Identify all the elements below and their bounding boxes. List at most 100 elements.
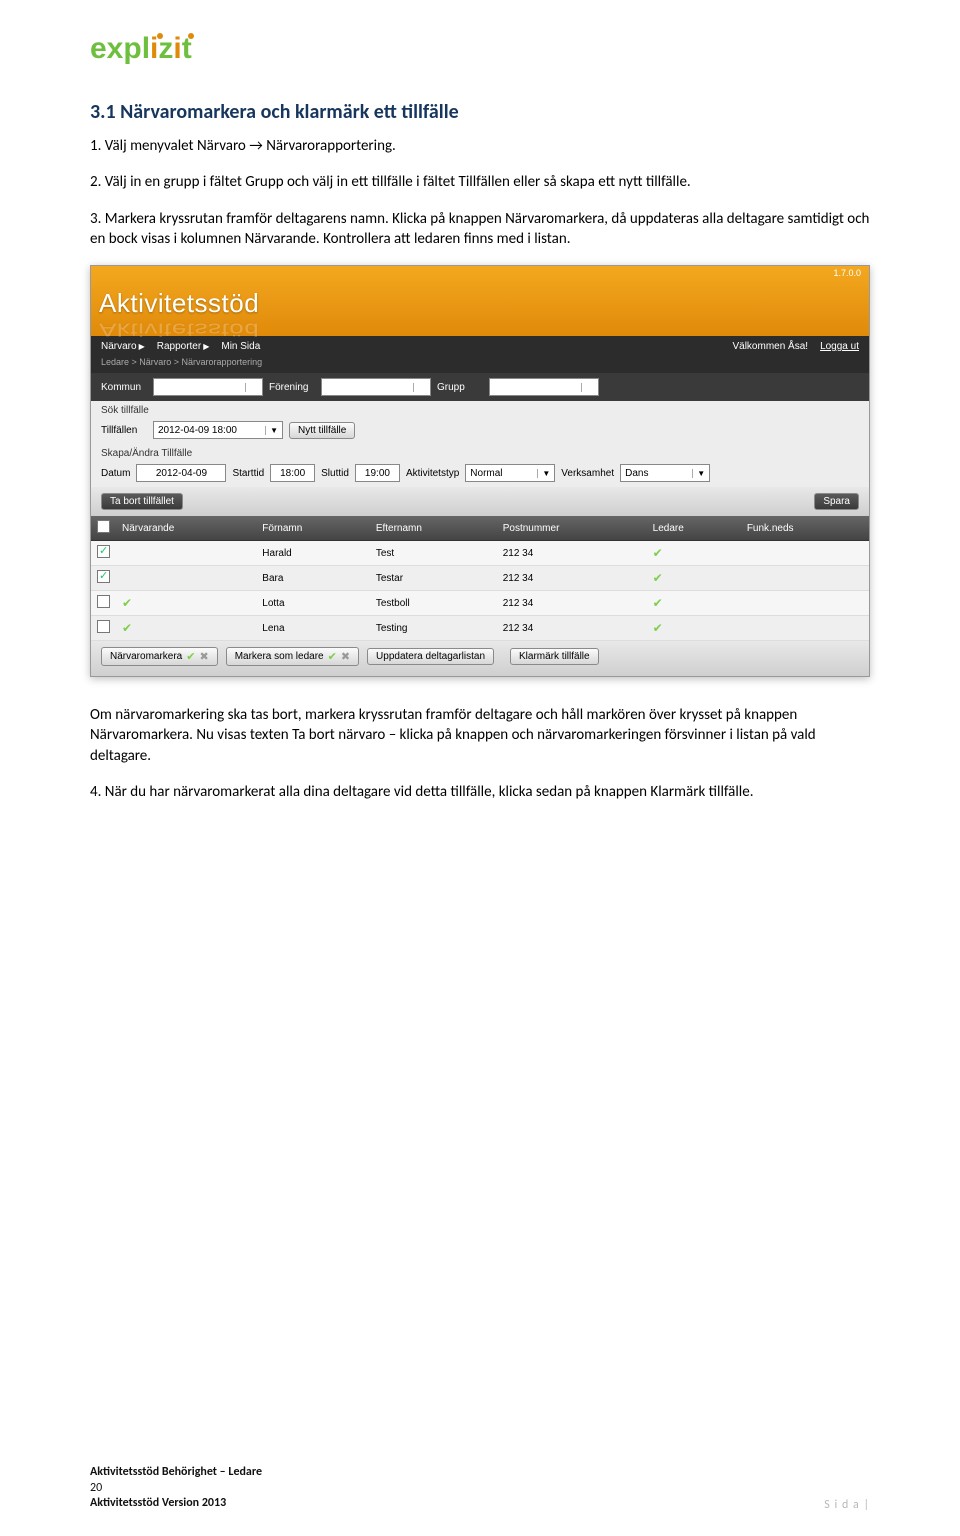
app-screenshot: 1.7.0.0 Aktivitetsstöd Aktivitetsstöd Nä… bbox=[90, 265, 870, 677]
footer-line1: Aktivitetsstöd Behörighet – Ledare bbox=[90, 1465, 262, 1479]
forening-select[interactable]: Dansföreningen ▼ bbox=[321, 378, 431, 396]
delete-occasion-button[interactable]: Ta bort tillfället bbox=[101, 493, 183, 510]
paragraph-1: 1. Välj menyvalet Närvaro → Närvarorappo… bbox=[90, 136, 870, 156]
cell-postnummer: 212 34 bbox=[497, 591, 647, 616]
chevron-down-icon: ▼ bbox=[265, 426, 278, 435]
datum-input[interactable]: 2012-04-09 bbox=[136, 464, 226, 482]
grupp-label: Grupp bbox=[437, 382, 483, 393]
kommun-select[interactable]: Testkommun ▼ bbox=[153, 378, 263, 396]
save-button[interactable]: Spara bbox=[814, 493, 859, 510]
paragraph-4: Om närvaromarkering ska tas bort, marker… bbox=[90, 705, 870, 766]
table-footer-actions: Närvaromarkera ✔ ✖ Markera som ledare ✔ … bbox=[91, 641, 869, 676]
aktivitetstyp-label: Aktivitetstyp bbox=[406, 468, 459, 479]
col-ledare: Ledare bbox=[647, 516, 741, 541]
new-occasion-button[interactable]: Nytt tillfälle bbox=[289, 422, 355, 439]
col-efternamn: Efternamn bbox=[370, 516, 497, 541]
close-icon: ✖ bbox=[199, 650, 208, 663]
narvaromarkera-button[interactable]: Närvaromarkera ✔ ✖ bbox=[101, 647, 218, 666]
page-footer: Aktivitetsstöd Behörighet – Ledare 20 Ak… bbox=[90, 1465, 870, 1512]
app-title-text: Aktivitetsstöd bbox=[99, 288, 259, 318]
cell-efternamn: Testing bbox=[370, 616, 497, 641]
menu-narvaro[interactable]: Närvaro▶ bbox=[101, 341, 145, 352]
verksamhet-select[interactable]: Dans ▼ bbox=[620, 464, 710, 482]
footer-page-number: 20 bbox=[90, 1481, 262, 1497]
tillfallen-label: Tillfällen bbox=[101, 425, 147, 436]
aktivitetstyp-select[interactable]: Normal ▼ bbox=[465, 464, 555, 482]
cell-postnummer: 212 34 bbox=[497, 541, 647, 566]
table-row: ✔ LenaTesting212 34 ✔ bbox=[91, 616, 869, 641]
aktivitetstyp-value: Normal bbox=[470, 468, 502, 479]
chevron-down-icon: ▼ bbox=[537, 469, 550, 478]
chevron-down-icon: ▼ bbox=[581, 383, 594, 392]
welcome-text: Välkommen Åsa! bbox=[732, 341, 808, 352]
col-funk: Funk.neds bbox=[741, 516, 869, 541]
verksamhet-value: Dans bbox=[625, 468, 648, 479]
logout-link[interactable]: Logga ut bbox=[820, 341, 859, 352]
app-title: Aktivitetsstöd Aktivitetsstöd bbox=[99, 270, 861, 319]
edit-form-row: Datum 2012-04-09 Starttid 18:00 Sluttid … bbox=[91, 459, 869, 487]
check-icon: ✔ bbox=[653, 571, 663, 585]
cell-efternamn: Test bbox=[370, 541, 497, 566]
check-icon: ✔ bbox=[186, 650, 195, 663]
datum-label: Datum bbox=[101, 468, 130, 479]
table-row: BaraTestar212 34✔ bbox=[91, 566, 869, 591]
chevron-right-icon: ▶ bbox=[203, 342, 209, 351]
check-icon: ✔ bbox=[653, 621, 663, 635]
check-icon: ✔ bbox=[328, 650, 337, 663]
menu-rapporter-label: Rapporter bbox=[157, 341, 201, 352]
markera-ledare-button[interactable]: Markera som ledare ✔ ✖ bbox=[226, 647, 359, 666]
starttid-input[interactable]: 18:00 bbox=[270, 464, 315, 482]
check-icon: ✔ bbox=[653, 596, 663, 610]
menu-narvaro-label: Närvaro bbox=[101, 341, 137, 352]
forening-value: Dansföreningen bbox=[326, 382, 397, 393]
select-all-checkbox[interactable] bbox=[97, 520, 110, 533]
footer-line3: Aktivitetsstöd Version 2013 bbox=[90, 1496, 226, 1510]
app-header: 1.7.0.0 Aktivitetsstöd Aktivitetsstöd bbox=[91, 266, 869, 336]
klarmark-button[interactable]: Klarmärk tillfälle bbox=[510, 648, 599, 665]
cell-fornamn: Lotta bbox=[256, 591, 370, 616]
footer-sida: S i d a | bbox=[824, 1498, 870, 1512]
kommun-value: Testkommun bbox=[158, 382, 215, 393]
sluttid-label: Sluttid bbox=[321, 468, 349, 479]
chevron-down-icon: ▼ bbox=[245, 383, 258, 392]
kommun-label: Kommun bbox=[101, 382, 147, 393]
row-checkbox[interactable] bbox=[97, 545, 110, 558]
starttid-label: Starttid bbox=[232, 468, 264, 479]
cell-postnummer: 212 34 bbox=[497, 616, 647, 641]
tillfallen-value: 2012-04-09 18:00 bbox=[158, 425, 237, 436]
cell-fornamn: Bara bbox=[256, 566, 370, 591]
cell-fornamn: Lena bbox=[256, 616, 370, 641]
uppdatera-button[interactable]: Uppdatera deltagarlistan bbox=[367, 648, 494, 665]
tillfallen-select[interactable]: 2012-04-09 18:00 ▼ bbox=[153, 421, 283, 439]
table-row: HaraldTest212 34 ✔ bbox=[91, 541, 869, 566]
menu-minsida[interactable]: Min Sida bbox=[221, 341, 260, 352]
brand-logo: explizit bbox=[90, 30, 870, 70]
sluttid-input[interactable]: 19:00 bbox=[355, 464, 400, 482]
cell-fornamn: Harald bbox=[256, 541, 370, 566]
edit-panel-label: Skapa/Ändra Tillfälle bbox=[91, 444, 869, 459]
narvaromarkera-label: Närvaromarkera bbox=[110, 651, 182, 662]
table-row: ✔LottaTestboll212 34✔ bbox=[91, 591, 869, 616]
chevron-down-icon: ▼ bbox=[413, 383, 426, 392]
menu-rapporter[interactable]: Rapporter▶ bbox=[157, 341, 210, 352]
cell-postnummer: 212 34 bbox=[497, 566, 647, 591]
tillfallen-row: Tillfällen 2012-04-09 18:00 ▼ Nytt tillfä… bbox=[91, 416, 869, 444]
col-narvarande: Närvarande bbox=[116, 516, 256, 541]
top-menubar: Närvaro▶ Rapporter▶ Min Sida Välkommen Å… bbox=[91, 336, 869, 357]
row-checkbox[interactable] bbox=[97, 595, 110, 608]
row-checkbox[interactable] bbox=[97, 620, 110, 633]
grupp-select[interactable]: Lek med boll▼ bbox=[489, 378, 599, 396]
close-icon: ✖ bbox=[341, 650, 350, 663]
paragraph-5: 4. När du har närvaromarkerat alla dina … bbox=[90, 782, 870, 802]
check-icon: ✔ bbox=[122, 596, 132, 610]
row-checkbox[interactable] bbox=[97, 570, 110, 583]
chevron-down-icon: ▼ bbox=[692, 469, 705, 478]
check-icon: ✔ bbox=[653, 546, 663, 560]
paragraph-2: 2. Välj in en grupp i fältet Grupp och v… bbox=[90, 172, 870, 192]
search-panel-label: Sök tillfälle bbox=[91, 401, 869, 416]
col-postnummer: Postnummer bbox=[497, 516, 647, 541]
forening-label: Förening bbox=[269, 382, 315, 393]
check-icon: ✔ bbox=[122, 621, 132, 635]
col-fornamn: Förnamn bbox=[256, 516, 370, 541]
markera-ledare-label: Markera som ledare bbox=[235, 651, 324, 662]
